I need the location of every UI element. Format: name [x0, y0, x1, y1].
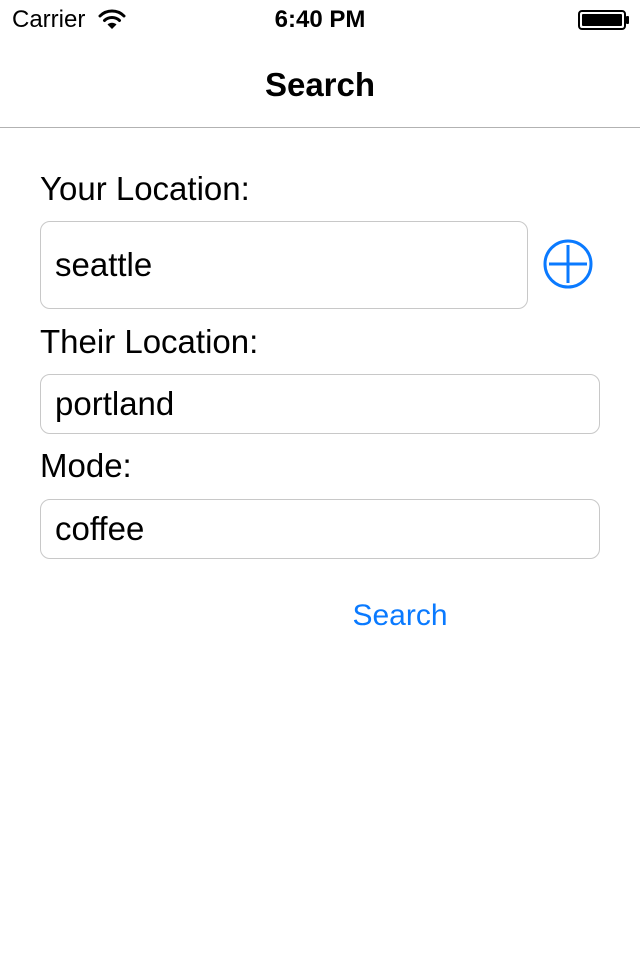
navigation-bar: Search: [0, 40, 640, 128]
status-time: 6:40 PM: [274, 6, 366, 33]
your-location-input[interactable]: [40, 221, 528, 309]
their-location-label: Their Location:: [40, 323, 259, 360]
add-location-button[interactable]: [542, 238, 594, 290]
search-screen: Carrier 6:40 PM Search Your Location: Th…: [0, 0, 640, 960]
your-location-label: Your Location:: [40, 170, 250, 207]
search-button[interactable]: Search: [330, 594, 470, 638]
battery-icon: [578, 10, 629, 30]
their-location-input[interactable]: [40, 374, 600, 434]
mode-label: Mode:: [40, 447, 132, 484]
mode-input[interactable]: [40, 499, 600, 559]
plus-circle-icon: [543, 239, 593, 289]
page-title: Search: [264, 66, 376, 103]
status-bar: Carrier 6:40 PM: [0, 0, 640, 40]
